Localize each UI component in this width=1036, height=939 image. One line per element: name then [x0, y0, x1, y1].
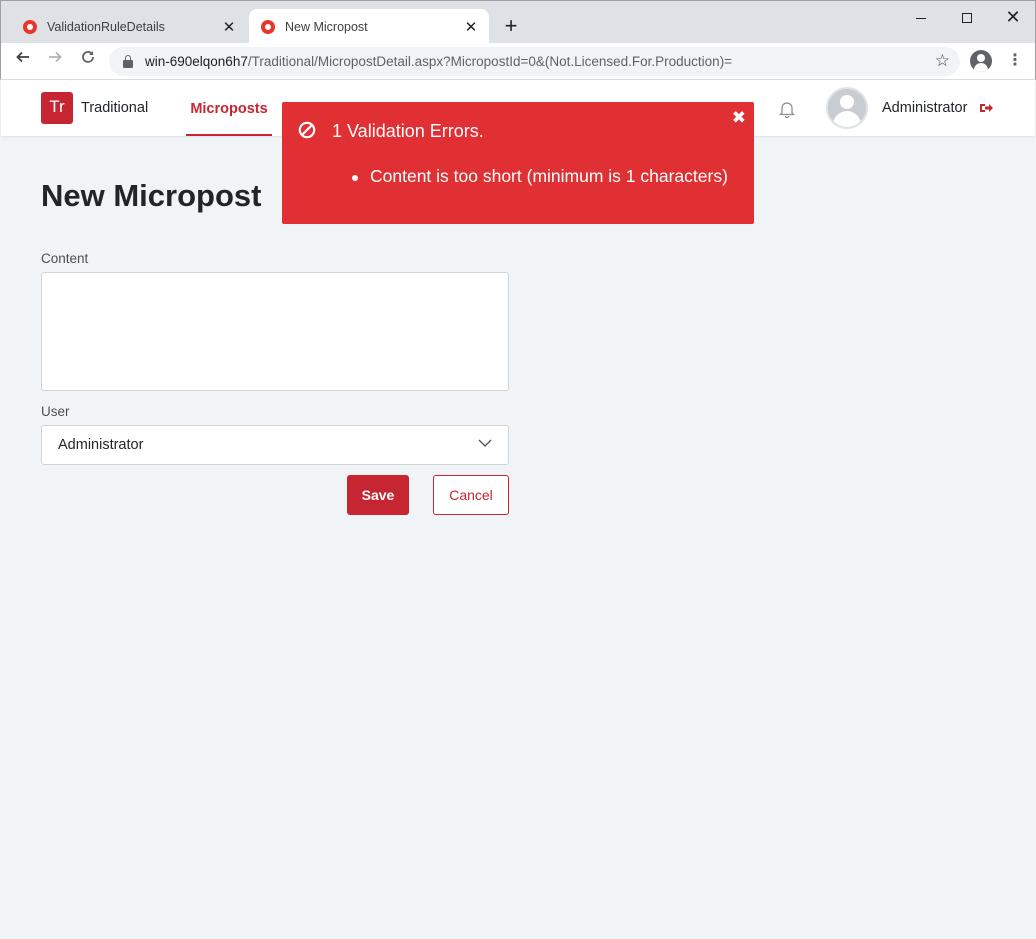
toast-close-icon[interactable]: ✖ [732, 108, 746, 128]
nav-item-microposts[interactable]: Microposts [186, 80, 272, 136]
save-button[interactable]: Save [347, 475, 409, 515]
ban-icon [298, 121, 316, 139]
browser-toolbar: win-690elqon6h7/Traditional/MicropostDet… [0, 43, 1036, 80]
tab-title: ValidationRuleDetails [47, 19, 165, 34]
error-list: Content is too short (minimum is 1 chara… [352, 166, 728, 187]
bell-icon[interactable] [779, 100, 795, 118]
bookmark-star-icon[interactable]: ☆ [935, 51, 950, 71]
url-host: win-690elqon6h7 [145, 54, 248, 69]
user-avatar[interactable] [826, 87, 868, 129]
validation-error-toast: 1 Validation Errors. ✖ Content is too sh… [282, 102, 754, 224]
browser-titlebar: ValidationRuleDetails ✕ New Micropost ✕ … [0, 0, 1036, 44]
site-favicon-icon [261, 19, 275, 34]
content-label: Content [41, 251, 89, 266]
tab-close-icon[interactable]: ✕ [217, 18, 241, 36]
reload-icon[interactable] [76, 49, 100, 73]
logout-icon[interactable] [979, 102, 993, 114]
lock-icon [123, 54, 133, 68]
content-textarea[interactable] [41, 272, 509, 391]
toast-title: 1 Validation Errors. [332, 121, 484, 141]
cancel-button[interactable]: Cancel [433, 475, 509, 515]
address-bar[interactable]: win-690elqon6h7/Traditional/MicropostDet… [109, 47, 960, 76]
url-path: /Traditional/MicropostDetail.aspx?Microp… [247, 54, 733, 69]
page-title: New Micropost [41, 178, 262, 213]
user-name[interactable]: Administrator [882, 100, 967, 116]
browser-tab-active[interactable]: New Micropost ✕ [249, 9, 489, 44]
back-arrow-icon[interactable] [11, 49, 35, 73]
error-item: Content is too short (minimum is 1 chara… [352, 166, 728, 187]
window-close-button[interactable]: ✕ [993, 5, 1033, 29]
profile-avatar-icon[interactable] [970, 50, 992, 72]
forward-arrow-icon[interactable] [43, 49, 67, 73]
app-brand[interactable]: Traditional [81, 100, 148, 116]
new-tab-button[interactable]: + [499, 14, 523, 38]
chevron-down-icon [478, 439, 492, 447]
browser-menu-icon[interactable]: ⋮ [1007, 49, 1023, 73]
window-maximize-button[interactable] [947, 5, 987, 29]
app-logo[interactable]: Tr [41, 92, 73, 124]
tab-title: New Micropost [285, 19, 368, 34]
browser-tab[interactable]: ValidationRuleDetails ✕ [11, 9, 247, 44]
site-favicon-icon [23, 19, 37, 34]
user-select[interactable]: Administrator [41, 425, 509, 465]
window-minimize-button[interactable] [901, 5, 941, 29]
tab-close-icon[interactable]: ✕ [459, 18, 483, 36]
user-select-value: Administrator [58, 437, 144, 453]
user-label: User [41, 404, 70, 419]
